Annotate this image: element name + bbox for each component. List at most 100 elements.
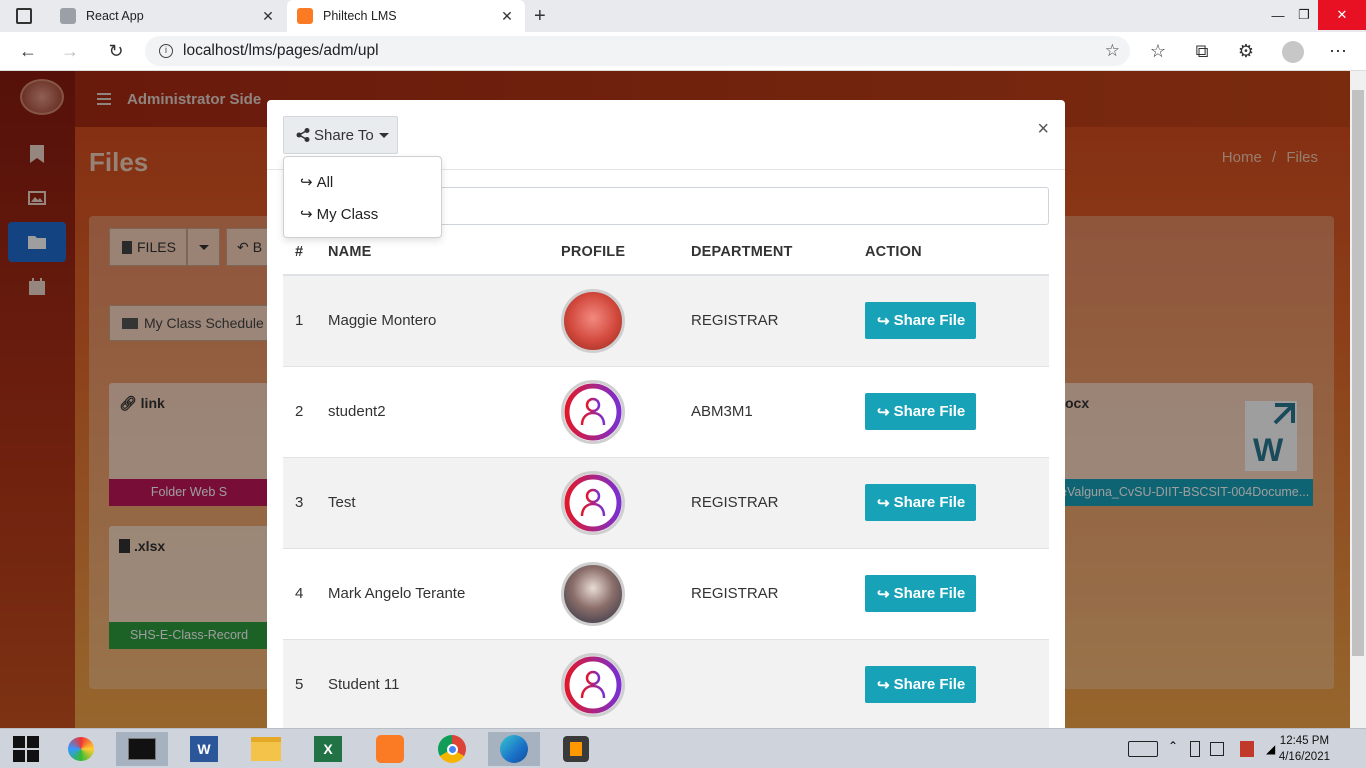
- new-tab-icon[interactable]: +: [534, 5, 546, 28]
- dropdown-item-my-class[interactable]: ↪ My Class: [300, 202, 378, 226]
- action-cell: ↪ Share File: [865, 638, 1049, 728]
- file-explorer-icon[interactable]: [240, 732, 292, 766]
- action-cell: ↪ Share File: [865, 547, 1049, 639]
- row-number: 1: [283, 274, 328, 366]
- profile-cell: [561, 365, 691, 457]
- users-table: # NAME PROFILE DEPARTMENT ACTION 1 Maggi…: [283, 230, 1049, 728]
- share-file-label: Share File: [893, 403, 966, 420]
- keyboard-icon[interactable]: [1128, 741, 1158, 757]
- avatar: [561, 470, 625, 535]
- share-file-label: Share File: [893, 585, 966, 602]
- share-arrow-icon: ↪: [300, 206, 313, 223]
- dropdown-label: My Class: [316, 205, 379, 223]
- paint-icon[interactable]: [55, 732, 107, 766]
- table-row: 3 Test REGISTRAR ↪ Share File: [283, 456, 1049, 548]
- share-to-button[interactable]: Share To: [283, 116, 398, 154]
- share-file-button[interactable]: ↪ Share File: [865, 393, 976, 430]
- info-icon: i: [159, 44, 173, 58]
- xampp-icon: [297, 8, 313, 24]
- action-cell: ↪ Share File: [865, 365, 1049, 457]
- table-row: 4 Mark Angelo Terante REGISTRAR ↪ Share F…: [283, 547, 1049, 639]
- share-file-button[interactable]: ↪ Share File: [865, 575, 976, 612]
- cmd-icon[interactable]: [116, 732, 168, 766]
- add-favorite-icon[interactable]: ☆: [1105, 41, 1120, 61]
- back-arrow-icon[interactable]: ←: [16, 40, 40, 64]
- react-icon: [60, 8, 76, 24]
- windows-start-icon[interactable]: [0, 732, 52, 766]
- tab-philtech-lms[interactable]: Philtech LMS ✕: [287, 0, 525, 32]
- url-text: localhost/lms/pages/adm/upl: [183, 42, 379, 59]
- dropdown-item-all[interactable]: ↪ All: [300, 170, 333, 194]
- extensions-icon[interactable]: ⚙: [1234, 40, 1258, 64]
- share-file-button[interactable]: ↪ Share File: [865, 666, 976, 704]
- tab-react-app[interactable]: React App ✕: [50, 0, 286, 32]
- table-row: 1 Maggie Montero REGISTRAR ↪ Share File: [283, 274, 1049, 366]
- col-header-department: DEPARTMENT: [691, 230, 865, 276]
- share-file-label: Share File: [893, 494, 966, 511]
- dropdown-label: All: [316, 173, 334, 191]
- battery-icon[interactable]: [1190, 741, 1200, 757]
- col-header-action: ACTION: [865, 230, 1049, 276]
- tray-chevron-icon[interactable]: ⌃: [1168, 739, 1178, 753]
- row-number: 2: [283, 365, 328, 457]
- sublime-icon[interactable]: [550, 732, 602, 766]
- collections-icon[interactable]: ⧉: [1190, 40, 1214, 64]
- profile-cell: [561, 456, 691, 548]
- xampp-app-icon[interactable]: [364, 732, 416, 766]
- tab-close-icon[interactable]: ✕: [260, 8, 276, 25]
- network-icon[interactable]: [1210, 742, 1224, 756]
- default-user-icon: [564, 383, 622, 440]
- table-row: 5 Student 11 ↪ Share File: [283, 638, 1049, 728]
- scrollbar-thumb[interactable]: [1352, 90, 1364, 656]
- volume-icon[interactable]: ◢: [1266, 742, 1275, 756]
- tab-actions-icon[interactable]: [16, 8, 32, 24]
- share-file-button[interactable]: ↪ Share File: [865, 484, 976, 521]
- col-header-profile: PROFILE: [561, 230, 691, 276]
- share-file-button[interactable]: ↪ Share File: [865, 302, 976, 340]
- share-icon: [296, 128, 310, 142]
- share-to-dropdown-menu: ↪ All ↪ My Class: [283, 156, 442, 238]
- clock-date: 4/16/2021: [1278, 751, 1330, 763]
- profile-cell: [561, 274, 691, 366]
- notification-icon[interactable]: [1240, 741, 1254, 757]
- chrome-icon[interactable]: [426, 732, 478, 766]
- action-cell: ↪ Share File: [865, 456, 1049, 548]
- row-department: REGISTRAR: [691, 547, 865, 639]
- favorites-icon[interactable]: ☆: [1146, 40, 1170, 64]
- address-bar-row: ← → ↻ i localhost/lms/pages/adm/upl ☆ ☆ …: [0, 32, 1366, 71]
- share-to-label: Share To: [314, 126, 374, 144]
- default-user-icon: [564, 656, 622, 714]
- share-arrow-icon: ↪: [877, 312, 890, 330]
- modal-close-button[interactable]: ×: [1037, 118, 1049, 141]
- window-close-icon[interactable]: ✕: [1318, 0, 1366, 30]
- share-arrow-icon: ↪: [877, 494, 890, 512]
- excel-icon[interactable]: X: [302, 732, 354, 766]
- refresh-icon[interactable]: ↻: [104, 40, 128, 64]
- share-arrow-icon: ↪: [877, 403, 890, 421]
- share-file-label: Share File: [893, 312, 966, 330]
- row-department: ABM3M1: [691, 365, 865, 457]
- forward-arrow-icon[interactable]: →: [58, 40, 82, 64]
- word-app-icon[interactable]: W: [178, 732, 230, 766]
- system-clock[interactable]: 12:45 PM 4/16/2021: [1279, 733, 1330, 765]
- avatar: [561, 288, 625, 353]
- share-arrow-icon: ↪: [300, 174, 313, 191]
- row-number: 5: [283, 638, 328, 728]
- url-field[interactable]: i localhost/lms/pages/adm/upl ☆: [145, 36, 1130, 66]
- row-name: Test: [328, 456, 561, 548]
- avatar: [561, 652, 625, 717]
- edge-icon[interactable]: [488, 732, 540, 766]
- row-name: Mark Angelo Terante: [328, 547, 561, 639]
- row-department: REGISTRAR: [691, 274, 865, 366]
- row-number: 4: [283, 547, 328, 639]
- profile-cell: [561, 638, 691, 728]
- share-arrow-icon: ↪: [877, 676, 890, 694]
- tab-title: Philtech LMS: [323, 9, 397, 23]
- clock-time: 12:45 PM: [1279, 735, 1330, 747]
- caret-down-icon: [378, 132, 389, 138]
- tab-close-icon[interactable]: ✕: [499, 8, 515, 25]
- more-menu-icon[interactable]: ⋯: [1326, 40, 1350, 64]
- profile-avatar[interactable]: [1282, 41, 1304, 63]
- row-name: student2: [328, 365, 561, 457]
- default-user-icon: [564, 474, 622, 531]
